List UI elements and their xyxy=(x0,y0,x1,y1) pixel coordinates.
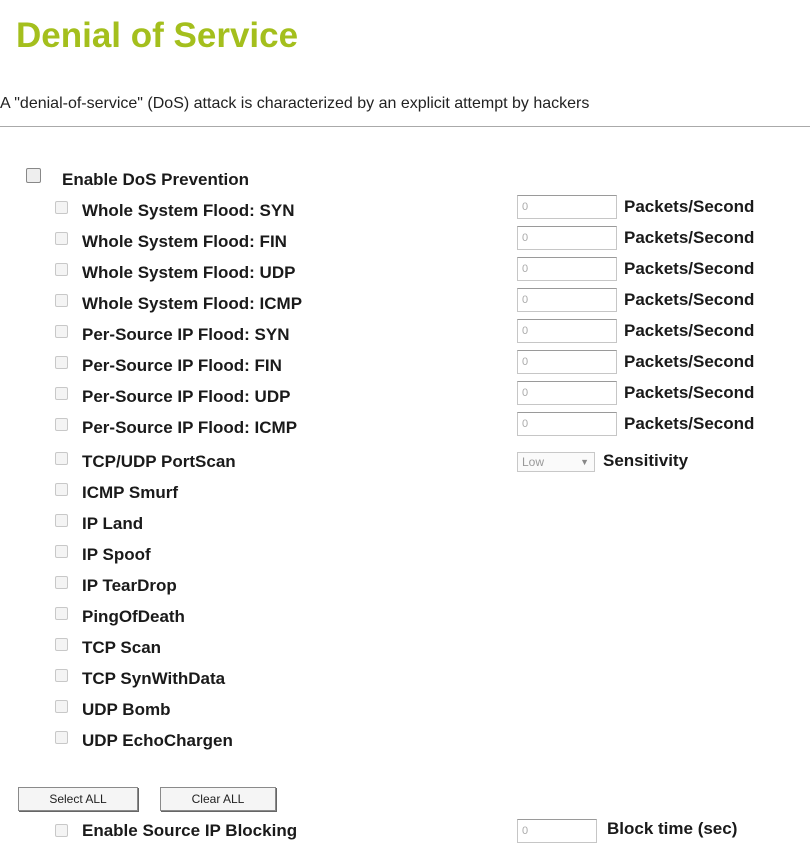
flood-label: Per-Source IP Flood: SYN xyxy=(82,325,290,344)
protection-checkbox[interactable] xyxy=(55,483,68,496)
flood-rate-input[interactable] xyxy=(517,226,617,250)
protection-label: IP Spoof xyxy=(82,545,151,564)
flood-rate-input[interactable] xyxy=(517,195,617,219)
flood-rate-input[interactable] xyxy=(517,412,617,436)
flood-unit-label: Packets/Second xyxy=(624,383,755,402)
block-time-input[interactable] xyxy=(517,819,597,843)
flood-checkbox-fin-whole[interactable] xyxy=(55,232,68,245)
source-ip-blocking-label: Enable Source IP Blocking xyxy=(82,821,298,840)
protection-checkbox[interactable] xyxy=(55,638,68,651)
protection-label: TCP SynWithData xyxy=(82,669,226,688)
flood-label: Whole System Flood: UDP xyxy=(82,263,296,282)
protection-checkbox[interactable] xyxy=(55,669,68,682)
page-description: A "denial-of-service" (DoS) attack is ch… xyxy=(0,95,590,112)
block-time-label: Block time (sec) xyxy=(607,819,738,838)
flood-rate-input[interactable] xyxy=(517,257,617,281)
protection-checkbox[interactable] xyxy=(55,700,68,713)
chevron-down-icon: ▼ xyxy=(580,457,589,467)
protection-label: UDP EchoChargen xyxy=(82,731,233,750)
flood-label: Whole System Flood: ICMP xyxy=(82,294,303,313)
protection-checkbox[interactable] xyxy=(55,731,68,744)
flood-label: Whole System Flood: SYN xyxy=(82,201,295,220)
flood-rate-input[interactable] xyxy=(517,381,617,405)
flood-unit-label: Packets/Second xyxy=(624,414,755,433)
select-all-button[interactable]: Select ALL xyxy=(18,787,138,811)
flood-unit-label: Packets/Second xyxy=(624,228,755,247)
flood-unit-label: Packets/Second xyxy=(624,321,755,340)
protection-label: IP TearDrop xyxy=(82,576,177,595)
portscan-checkbox[interactable] xyxy=(55,452,68,465)
sensitivity-value: Low xyxy=(522,455,545,469)
flood-unit-label: Packets/Second xyxy=(624,352,755,371)
flood-label: Per-Source IP Flood: ICMP xyxy=(82,418,298,437)
flood-label: Per-Source IP Flood: FIN xyxy=(82,356,282,375)
source-ip-blocking-checkbox[interactable] xyxy=(55,824,68,837)
protection-checkbox[interactable] xyxy=(55,576,68,589)
page-title: Denial of Service xyxy=(16,16,299,55)
flood-rate-input[interactable] xyxy=(517,350,617,374)
protection-checkbox[interactable] xyxy=(55,514,68,527)
protection-checkbox[interactable] xyxy=(55,545,68,558)
clear-all-button[interactable]: Clear ALL xyxy=(160,787,276,811)
flood-checkbox-icmp-source[interactable] xyxy=(55,418,68,431)
sensitivity-select[interactable]: Low ▼ xyxy=(517,452,595,472)
flood-checkbox-icmp-whole[interactable] xyxy=(55,294,68,307)
flood-unit-label: Packets/Second xyxy=(624,259,755,278)
flood-label: Whole System Flood: FIN xyxy=(82,232,287,251)
flood-rate-input[interactable] xyxy=(517,288,617,312)
protection-checkbox[interactable] xyxy=(55,607,68,620)
divider xyxy=(0,126,810,127)
flood-checkbox-syn-whole[interactable] xyxy=(55,201,68,214)
enable-dos-label: Enable DoS Prevention xyxy=(62,170,250,189)
flood-checkbox-udp-whole[interactable] xyxy=(55,263,68,276)
protection-label: UDP Bomb xyxy=(82,700,171,719)
flood-rate-input[interactable] xyxy=(517,319,617,343)
protection-label: IP Land xyxy=(82,514,144,533)
portscan-label: TCP/UDP PortScan xyxy=(82,452,236,471)
protection-label: TCP Scan xyxy=(82,638,162,657)
flood-unit-label: Packets/Second xyxy=(624,290,755,309)
flood-label: Per-Source IP Flood: UDP xyxy=(82,387,291,406)
enable-dos-checkbox[interactable] xyxy=(26,168,41,183)
sensitivity-label: Sensitivity xyxy=(603,451,689,470)
protection-label: ICMP Smurf xyxy=(82,483,179,502)
protection-label: PingOfDeath xyxy=(82,607,185,626)
flood-unit-label: Packets/Second xyxy=(624,197,755,216)
flood-checkbox-syn-source[interactable] xyxy=(55,325,68,338)
flood-checkbox-fin-source[interactable] xyxy=(55,356,68,369)
flood-checkbox-udp-source[interactable] xyxy=(55,387,68,400)
